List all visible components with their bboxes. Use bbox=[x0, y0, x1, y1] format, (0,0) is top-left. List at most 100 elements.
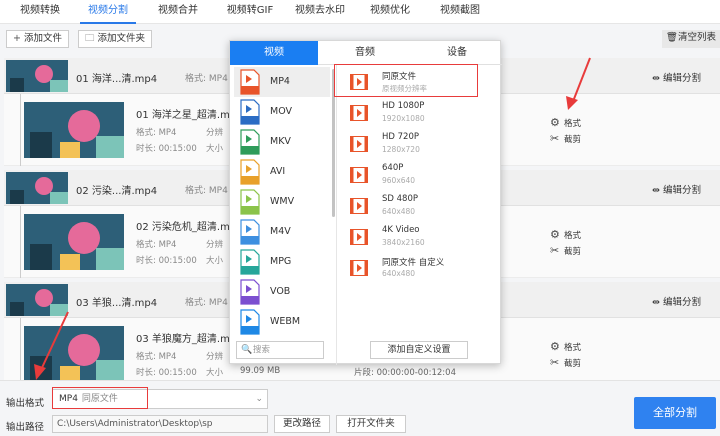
popup-tab-audio[interactable]: 音频 bbox=[318, 41, 412, 65]
annotation-arrow-icon bbox=[34, 311, 69, 380]
resolution-title: SD 480P bbox=[382, 194, 418, 204]
format-label: VOB bbox=[270, 286, 291, 297]
format-item-wmv[interactable]: WMV bbox=[234, 187, 330, 217]
format-button[interactable]: ⚙ 格式 bbox=[550, 228, 581, 241]
resolution-label: 分辨 bbox=[206, 128, 224, 138]
format-item-mkv[interactable]: MKV bbox=[234, 127, 330, 157]
cut-button[interactable]: ✂ 截剪 bbox=[550, 132, 581, 145]
resolution-option[interactable]: HD 1080P 1920x1080 bbox=[344, 98, 496, 128]
cut-button[interactable]: ✂ 截剪 bbox=[550, 244, 581, 257]
tab-video-optimize[interactable]: 视频优化 bbox=[362, 0, 418, 24]
tab-video-convert[interactable]: 视频转换 bbox=[12, 0, 68, 24]
video-thumbnail bbox=[6, 172, 68, 204]
file-name: 02 污染...清.mp4 bbox=[76, 186, 158, 197]
format-label: M4V bbox=[270, 226, 291, 237]
format-label: MP4 bbox=[270, 76, 290, 87]
tab-video-to-gif[interactable]: 视频转GIF bbox=[220, 0, 280, 24]
resolution-title: 640P bbox=[382, 163, 404, 173]
resolution-size: 960x640 bbox=[382, 176, 416, 185]
split-file-format: 格式: MP4 bbox=[136, 240, 177, 250]
output-format-label: 输出格式 bbox=[6, 398, 45, 409]
video-thumbnail bbox=[24, 214, 124, 270]
resolution-option[interactable]: 4K Video 3840x2160 bbox=[344, 222, 496, 252]
format-item-mp4[interactable]: MP4 bbox=[234, 67, 330, 97]
edit-split-button[interactable]: ⇹ 编辑分割 bbox=[652, 70, 701, 84]
format-item-mpg[interactable]: MPG bbox=[234, 247, 330, 277]
tree-line bbox=[20, 318, 21, 380]
tab-remove-watermark[interactable]: 视频去水印 bbox=[290, 0, 350, 24]
popup-tab-device[interactable]: 设备 bbox=[412, 41, 502, 65]
film-icon bbox=[350, 167, 368, 183]
resolution-option[interactable]: 640P 960x640 bbox=[344, 160, 496, 190]
resolution-list: 同原文件 原视频分辨率 HD 1080P 1920x1080 HD 720P 1280x7… bbox=[338, 65, 502, 335]
split-file-format: 格式: MP4 bbox=[136, 352, 177, 362]
resolution-size: 1280x720 bbox=[382, 145, 420, 154]
split-file-name: 02 污染危机_超清.mp bbox=[136, 222, 237, 233]
file-format-icon bbox=[240, 129, 260, 155]
gear-icon: ⚙ bbox=[550, 228, 560, 241]
film-icon bbox=[350, 198, 368, 214]
file-format-icon bbox=[240, 69, 260, 95]
annotation-highlight-box bbox=[52, 387, 148, 409]
tree-line bbox=[20, 206, 21, 278]
resolution-title: HD 1080P bbox=[382, 101, 425, 111]
split-file-name: 03 羊狼魔方_超清.mp bbox=[136, 334, 237, 345]
scissors-icon: ✂ bbox=[550, 356, 560, 369]
resolution-title: 4K Video bbox=[382, 225, 420, 235]
format-label: AVI bbox=[270, 166, 286, 177]
edit-split-button[interactable]: ⇹ 编辑分割 bbox=[652, 294, 701, 308]
resolution-option[interactable]: 同原文件 自定义 640x480 bbox=[344, 253, 496, 283]
file-format-icon bbox=[240, 159, 260, 185]
trash-icon: 🗑 bbox=[665, 32, 678, 43]
resolution-label: 分辨 bbox=[206, 240, 224, 250]
add-custom-setting-button[interactable]: 添加自定义设置 bbox=[370, 341, 468, 359]
size-label: 大小 bbox=[206, 144, 224, 154]
output-path-field[interactable]: C:\Users\Administrator\Desktop\sp bbox=[52, 415, 268, 433]
file-format-icon bbox=[240, 279, 260, 305]
tab-video-merge[interactable]: 视频合并 bbox=[150, 0, 206, 24]
gear-icon: ⚙ bbox=[550, 340, 560, 353]
popup-tab-bar: 视频 音频 设备 bbox=[230, 41, 502, 65]
format-item-mov[interactable]: MOV bbox=[234, 97, 330, 127]
format-item-avi[interactable]: AVI bbox=[234, 157, 330, 187]
popup-tab-video[interactable]: 视频 bbox=[230, 41, 318, 65]
scissors-icon: ✂ bbox=[550, 132, 560, 145]
format-button[interactable]: ⚙ 格式 bbox=[550, 116, 581, 129]
change-path-button[interactable]: 更改路径 bbox=[274, 415, 330, 433]
file-format-icon bbox=[240, 249, 260, 275]
resolution-size: 1920x1080 bbox=[382, 114, 425, 123]
format-item-m4v[interactable]: M4V bbox=[234, 217, 330, 247]
format-search-input[interactable]: 🔍 搜索 bbox=[236, 341, 324, 359]
film-icon bbox=[350, 136, 368, 152]
cut-button[interactable]: ✂ 截剪 bbox=[550, 356, 581, 369]
resolution-option[interactable]: HD 720P 1280x720 bbox=[344, 129, 496, 159]
video-thumbnail bbox=[6, 60, 68, 92]
file-format-icon bbox=[240, 219, 260, 245]
format-item-vob[interactable]: VOB bbox=[234, 277, 330, 307]
split-file-duration: 时长: 00:15:00 bbox=[136, 368, 197, 378]
edit-split-button[interactable]: ⇹ 编辑分割 bbox=[652, 182, 701, 196]
film-icon bbox=[350, 105, 368, 121]
split-icon: ⇹ bbox=[652, 297, 663, 308]
split-all-button[interactable]: 全部分割 bbox=[634, 397, 716, 429]
film-icon bbox=[350, 260, 368, 276]
chevron-down-icon: ⌄ bbox=[255, 394, 263, 404]
file-format-icon bbox=[240, 99, 260, 125]
format-list: MP4 MOV MKV AVI WMV M4V MPG VOB WEBM bbox=[230, 65, 334, 335]
clear-list-button[interactable]: 🗑清空列表 bbox=[661, 30, 720, 48]
resolution-option[interactable]: SD 480P 640x480 bbox=[344, 191, 496, 221]
split-file-duration: 时长: 00:15:00 bbox=[136, 256, 197, 266]
tab-video-screenshot[interactable]: 视频截图 bbox=[432, 0, 488, 24]
add-file-button[interactable]: + 添加文件 bbox=[6, 30, 69, 48]
add-folder-button[interactable]: 🗀 添加文件夹 bbox=[78, 30, 153, 48]
tab-video-split[interactable]: 视频分割 bbox=[80, 0, 136, 24]
open-folder-button[interactable]: 打开文件夹 bbox=[336, 415, 406, 433]
resolution-title: HD 720P bbox=[382, 132, 419, 142]
popup-divider bbox=[336, 65, 337, 365]
format-item-webm[interactable]: WEBM bbox=[234, 307, 330, 335]
file-format: 格式: MP4 bbox=[185, 298, 228, 308]
format-button[interactable]: ⚙ 格式 bbox=[550, 340, 581, 353]
search-icon: 🔍 bbox=[241, 345, 253, 355]
tree-line bbox=[20, 94, 21, 166]
video-thumbnail bbox=[24, 102, 124, 158]
